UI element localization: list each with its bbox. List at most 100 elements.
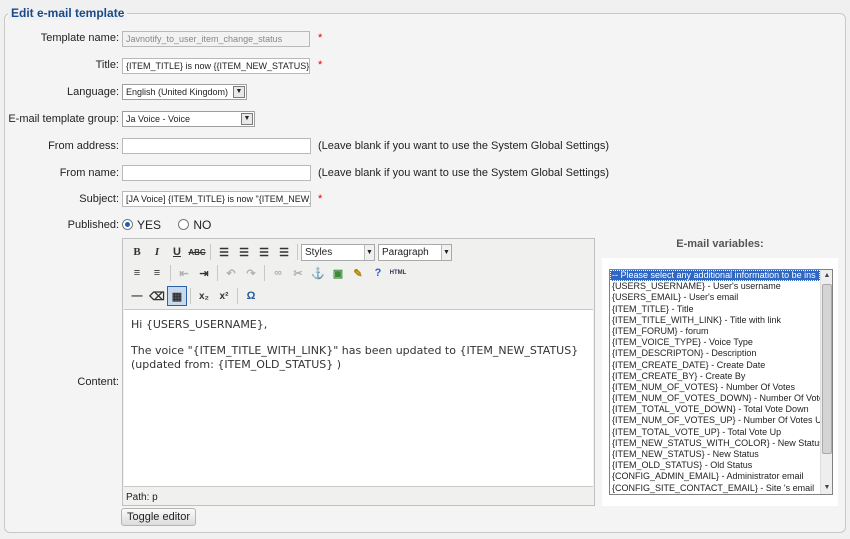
variable-option[interactable]: {ITEM_NEW_STATUS_WITH_COLOR} - New Statu… [610, 438, 820, 449]
editor-toolbar-row-1: B I U ABC ☰ ☰ ☰ ☰ Styles ▼ Paragraph ▼ [127, 242, 455, 262]
editor-paragraph: Hi {USERS_USERNAME}, [131, 318, 268, 331]
toolbar-divider [297, 244, 298, 260]
variable-option[interactable]: {ITEM_TOTAL_VOTE_DOWN} - Total Vote Down [610, 404, 820, 415]
editor-path: Path: p [126, 492, 158, 503]
rich-text-editor: B I U ABC ☰ ☰ ☰ ☰ Styles ▼ Paragraph ▼ ≡… [122, 238, 595, 506]
published-no-radio[interactable] [178, 219, 190, 230]
format-dropdown[interactable]: Paragraph ▼ [378, 243, 452, 261]
published-no-label: NO [193, 218, 212, 232]
editor-toolbar-row-3: — ⌫ ▦ x₂ x² Ω [127, 286, 261, 306]
variable-option[interactable]: {ITEM_TITLE_WITH_LINK} - Title with link [610, 315, 820, 326]
from-address-note: (Leave blank if you want to use the Syst… [318, 140, 610, 152]
toolbar-divider [170, 265, 171, 281]
undo-icon[interactable]: ↶ [221, 263, 241, 283]
chevron-down-icon: ▼ [441, 244, 451, 260]
fieldset-legend: Edit e-mail template [8, 6, 128, 20]
published-label: Published: [67, 219, 119, 231]
template-group-select[interactable]: Ja Voice - Voice ▼ [122, 111, 255, 127]
variable-option[interactable]: {ITEM_NUM_OF_VOTES_UP} - Number Of Votes… [610, 415, 820, 426]
required-marker: * [318, 59, 323, 71]
chevron-down-icon: ▼ [233, 86, 245, 98]
published-yes-label: YES [137, 218, 162, 232]
align-left-icon[interactable]: ☰ [214, 242, 234, 262]
variable-option[interactable]: {ITEM_DESCRIPTON} - Description [610, 348, 820, 359]
required-marker: * [318, 32, 323, 44]
required-marker: * [318, 193, 323, 205]
remove-format-icon[interactable]: ⌫ [147, 286, 167, 306]
scroll-down-icon[interactable]: ▼ [821, 482, 832, 494]
title-label: Title: [95, 59, 119, 71]
styles-dropdown[interactable]: Styles ▼ [301, 243, 375, 261]
template-name-input[interactable]: Javnotify_to_user_item_change_status [122, 31, 310, 47]
align-center-icon[interactable]: ☰ [234, 242, 254, 262]
redo-icon[interactable]: ↷ [241, 263, 261, 283]
cleanup-icon[interactable]: ✎ [348, 263, 368, 283]
link-icon[interactable]: ∞ [268, 263, 288, 283]
variable-option[interactable]: {ITEM_VOICE_TYPE} - Voice Type [610, 337, 820, 348]
chevron-down-icon: ▼ [241, 113, 253, 125]
help-icon[interactable]: ? [368, 263, 388, 283]
variable-option[interactable]: {ITEM_NUM_OF_VOTES_DOWN} - Number Of Vot… [610, 393, 820, 404]
html-source-icon[interactable]: HTML [388, 263, 408, 283]
toolbar-divider [237, 288, 238, 304]
variable-option[interactable]: {ITEM_NUM_OF_VOTES} - Number Of Votes [610, 382, 820, 393]
language-value: English (United Kingdom) [126, 87, 229, 97]
variable-option[interactable]: {USERS_USERNAME} - User's username [610, 281, 820, 292]
subject-input[interactable]: [JA Voice] {ITEM_TITLE} is now "{ITEM_NE… [122, 191, 311, 207]
published-yes-radio[interactable] [122, 219, 133, 230]
styles-dropdown-label: Styles [305, 246, 333, 258]
variable-option[interactable]: {ITEM_OLD_STATUS} - Old Status [610, 460, 820, 471]
scrollbar-thumb[interactable] [822, 284, 832, 454]
variable-option[interactable]: {CONFIG_SITE_CONTACT_EMAIL} - Site 's em… [610, 483, 820, 494]
template-name-label: Template name: [40, 32, 119, 44]
variable-option[interactable]: {ITEM_FORUM} - forum [610, 326, 820, 337]
strikethrough-icon[interactable]: ABC [187, 242, 207, 262]
numbered-list-icon[interactable]: ≡ [147, 263, 167, 283]
align-right-icon[interactable]: ☰ [254, 242, 274, 262]
from-name-note: (Leave blank if you want to use the Syst… [318, 167, 610, 179]
underline-icon[interactable]: U [167, 242, 187, 262]
variables-options: -- Please select any additional informat… [610, 270, 832, 494]
variable-option[interactable]: {ITEM_NEW_STATUS} - New Status [610, 449, 820, 460]
unlink-icon[interactable]: ✂ [288, 263, 308, 283]
format-dropdown-label: Paragraph [382, 246, 429, 258]
anchor-icon[interactable]: ⚓ [308, 263, 328, 283]
variables-title: E-mail variables: [676, 238, 764, 250]
bold-icon[interactable]: B [127, 242, 147, 262]
variable-option[interactable]: {ITEM_TOTAL_VOTE_UP} - Total Vote Up [610, 427, 820, 438]
chevron-down-icon: ▼ [364, 244, 374, 260]
variable-option[interactable]: {ITEM_CREATE_BY} - Create By [610, 371, 820, 382]
from-name-input[interactable] [122, 165, 311, 181]
scroll-up-icon[interactable]: ▲ [821, 270, 832, 282]
editor-paragraph: The voice "{ITEM_TITLE_WITH_LINK}" has b… [131, 344, 579, 371]
language-select[interactable]: English (United Kingdom) ▼ [122, 84, 247, 100]
variable-option[interactable]: {ITEM_CREATE_DATE} - Create Date [610, 360, 820, 371]
variables-scrollbar[interactable]: ▲ ▼ [820, 270, 832, 494]
visual-aid-icon[interactable]: ▦ [167, 286, 187, 306]
from-name-label: From name: [59, 167, 119, 179]
variable-option[interactable]: {USERS_EMAIL} - User's email [610, 292, 820, 303]
title-input[interactable]: {ITEM_TITLE} is now {{ITEM_NEW_STATUS}} [122, 58, 310, 74]
indent-icon[interactable]: ⇥ [194, 263, 214, 283]
superscript-icon[interactable]: x² [214, 286, 234, 306]
subscript-icon[interactable]: x₂ [194, 286, 214, 306]
editor-content-area[interactable]: Hi {USERS_USERNAME}, The voice "{ITEM_TI… [124, 309, 593, 487]
bullet-list-icon[interactable]: ≡ [127, 263, 147, 283]
variable-option[interactable]: {CONFIG_ADMIN_EMAIL} - Administrator ema… [610, 471, 820, 482]
variable-option[interactable]: -- Please select any additional informat… [610, 270, 820, 282]
horizontal-rule-icon[interactable]: — [127, 286, 147, 306]
variable-option[interactable]: {ITEM_TITLE} - Title [610, 304, 820, 315]
image-icon[interactable]: ▣ [328, 263, 348, 283]
template-group-label: E-mail template group: [8, 113, 119, 125]
align-justify-icon[interactable]: ☰ [274, 242, 294, 262]
italic-icon[interactable]: I [147, 242, 167, 262]
special-character-icon[interactable]: Ω [241, 286, 261, 306]
toggle-editor-button[interactable]: Toggle editor [121, 508, 196, 526]
from-address-input[interactable] [122, 138, 311, 154]
variables-listbox[interactable]: -- Please select any additional informat… [609, 269, 833, 495]
subject-label: Subject: [79, 193, 119, 205]
outdent-icon[interactable]: ⇤ [174, 263, 194, 283]
editor-toolbar-row-2: ≡ ≡ ⇤ ⇥ ↶ ↷ ∞ ✂ ⚓ ▣ ✎ ? HTML [127, 263, 408, 283]
template-group-value: Ja Voice - Voice [126, 114, 191, 124]
toolbar-divider [264, 265, 265, 281]
